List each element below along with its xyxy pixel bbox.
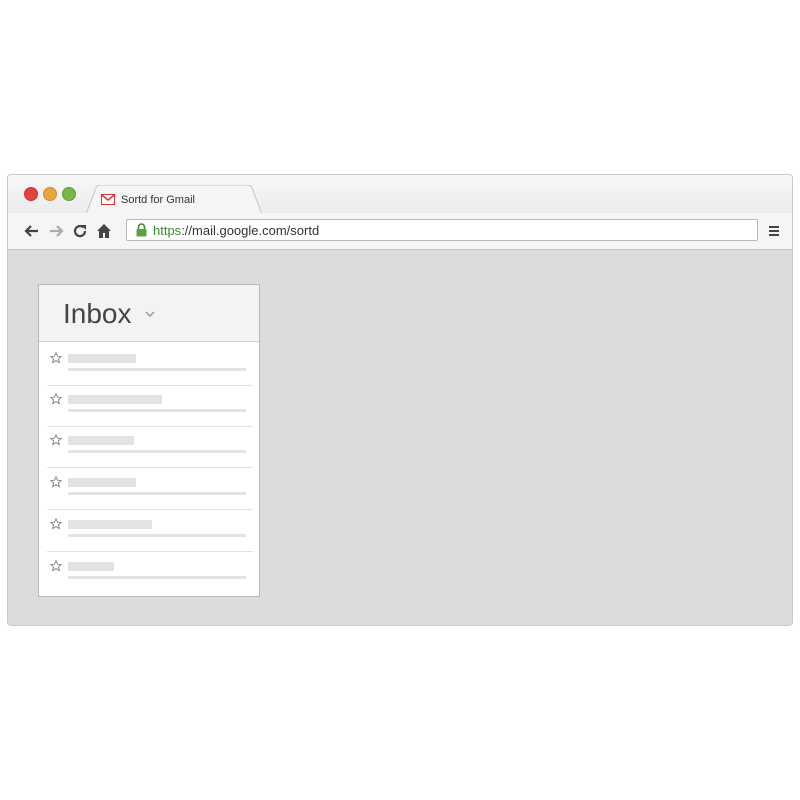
gmail-icon	[101, 194, 115, 205]
star-icon[interactable]	[50, 476, 62, 488]
url-path: ://mail.google.com/sortd	[181, 223, 320, 238]
lock-icon	[136, 223, 147, 237]
email-row[interactable]	[47, 385, 253, 427]
email-row[interactable]	[47, 468, 253, 510]
subject-placeholder	[68, 534, 246, 537]
browser-toolbar: https://mail.google.com/sortd	[8, 213, 792, 250]
email-row[interactable]	[47, 426, 253, 468]
email-row[interactable]	[47, 552, 253, 594]
hamburger-menu-icon[interactable]	[768, 225, 780, 237]
email-row[interactable]	[47, 344, 253, 386]
browser-window: Sortd for Gmail https://mail.google.com/…	[7, 174, 793, 626]
star-icon[interactable]	[50, 352, 62, 364]
sender-placeholder	[68, 395, 162, 404]
star-icon[interactable]	[50, 518, 62, 530]
sender-placeholder	[68, 520, 152, 529]
minimize-window-button[interactable]	[43, 187, 57, 201]
star-icon[interactable]	[50, 434, 62, 446]
subject-placeholder	[68, 450, 246, 453]
subject-placeholder	[68, 576, 246, 579]
inbox-header: Inbox	[39, 285, 259, 342]
inbox-panel: Inbox	[38, 284, 260, 597]
sender-placeholder	[68, 562, 114, 571]
sender-placeholder	[68, 354, 136, 363]
sender-placeholder	[68, 436, 134, 445]
close-window-button[interactable]	[24, 187, 38, 201]
maximize-window-button[interactable]	[62, 187, 76, 201]
star-icon[interactable]	[50, 393, 62, 405]
inbox-title: Inbox	[63, 298, 132, 329]
forward-arrow-icon[interactable]	[48, 223, 64, 239]
sender-placeholder	[68, 478, 136, 487]
star-icon[interactable]	[50, 560, 62, 572]
reload-icon[interactable]	[72, 223, 88, 239]
url-scheme: https	[153, 223, 182, 238]
tab-title: Sortd for Gmail	[121, 194, 195, 206]
subject-placeholder	[68, 492, 246, 495]
subject-placeholder	[68, 368, 246, 371]
url-text: https://mail.google.com/sortd	[153, 223, 319, 238]
chevron-down-icon[interactable]	[145, 311, 155, 317]
back-arrow-icon[interactable]	[24, 223, 40, 239]
title-bar: Sortd for Gmail	[8, 175, 792, 214]
address-bar[interactable]: https://mail.google.com/sortd	[126, 219, 758, 241]
subject-placeholder	[68, 409, 246, 412]
home-icon[interactable]	[96, 223, 112, 239]
email-row[interactable]	[47, 510, 253, 552]
